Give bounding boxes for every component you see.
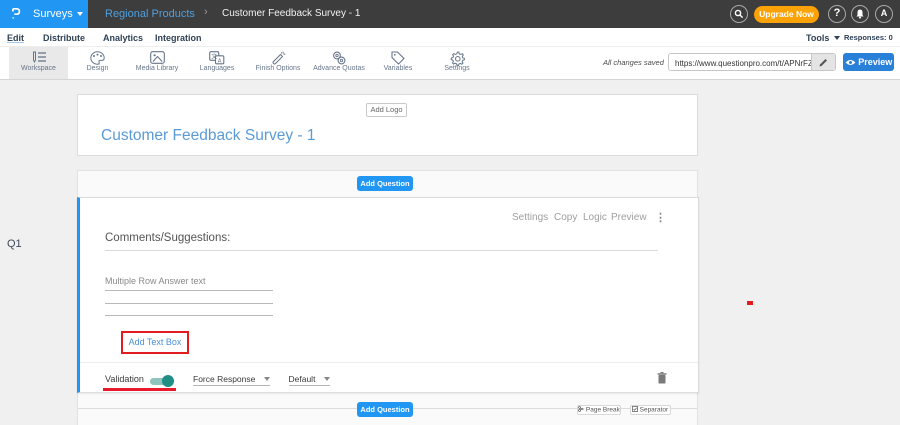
svg-text:A: A <box>218 58 222 64</box>
svg-text:文: 文 <box>211 52 217 60</box>
